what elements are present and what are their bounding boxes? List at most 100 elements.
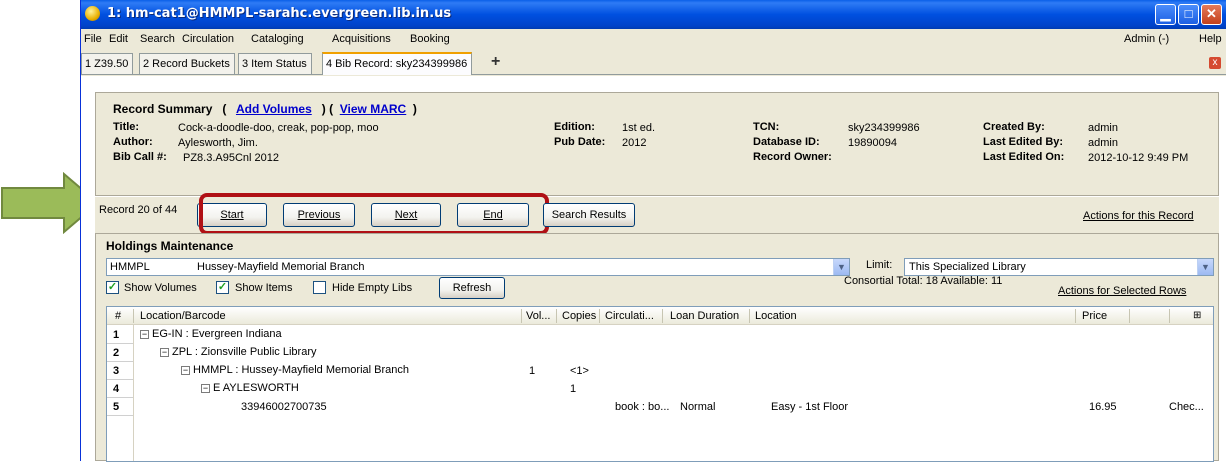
collapse-icon[interactable]: − <box>201 383 210 393</box>
grid-header: # Location/Barcode Vol... Copies Circula… <box>107 307 1213 325</box>
limit-value: This Specialized Library <box>909 261 1026 273</box>
actions-for-record-menu[interactable]: Actions for this Record <box>1083 210 1194 222</box>
row-barcode[interactable]: 33946002700735 <box>241 401 327 413</box>
minimize-button[interactable]: ▁ <box>1155 4 1176 25</box>
menu-acquisitions[interactable]: Acquisitions <box>332 33 391 45</box>
row-status: Chec... <box>1169 401 1204 413</box>
row-label: ZPL : Zionsville Public Library <box>172 346 317 358</box>
col-copies[interactable]: Copies <box>562 310 596 322</box>
author-value: Aylesworth, Jim. <box>178 137 258 149</box>
maximize-button[interactable]: □ <box>1178 4 1199 25</box>
tab-z3950[interactable]: 1 Z39.50 <box>81 53 134 74</box>
application-window: 1: hm-cat1@HMMPL-sarahc.evergreen.lib.in… <box>80 0 1226 462</box>
row-number: 1 <box>113 329 120 341</box>
menu-help[interactable]: Help <box>1199 33 1222 45</box>
tree-row-system[interactable]: − ZPL : Zionsville Public Library <box>160 346 316 358</box>
record-owner-label: Record Owner: <box>753 151 832 163</box>
created-by-label: Created By: <box>983 121 1045 133</box>
holdings-tree-grid[interactable]: # Location/Barcode Vol... Copies Circula… <box>106 306 1214 462</box>
created-by-value: admin <box>1088 122 1118 134</box>
window-title: 1: hm-cat1@HMMPL-sarahc.evergreen.lib.in… <box>107 6 452 21</box>
row-label: HMMPL : Hussey-Mayfield Memorial Branch <box>193 364 409 376</box>
title-value: Cock-a-doodle-doo, creak, pop-pop, moo <box>178 122 379 134</box>
collapse-icon[interactable]: − <box>181 365 190 375</box>
row-copies: 1 <box>570 383 577 395</box>
menu-search[interactable]: Search <box>140 33 175 45</box>
content-area: Record Summary ( Add Volumes ) ( View MA… <box>81 76 1226 462</box>
row-circulation-modifier: book : bo... <box>615 401 670 413</box>
search-results-button[interactable]: Search Results <box>543 203 635 227</box>
collapse-icon[interactable]: − <box>160 347 169 357</box>
show-items-checkbox[interactable]: ✓ <box>216 281 229 294</box>
tree-row-volume[interactable]: − E AYLESWORTH <box>201 382 299 394</box>
menu-circulation[interactable]: Circulation <box>182 33 234 45</box>
refresh-button[interactable]: Refresh <box>439 277 505 299</box>
tab-item-status[interactable]: 3 Item Status <box>238 53 312 74</box>
limit-select[interactable]: This Specialized Library ▼ <box>904 258 1214 276</box>
menu-file[interactable]: File <box>84 33 102 45</box>
row-loan-duration: Normal <box>680 401 716 413</box>
library-select[interactable]: HMMPL Hussey-Mayfield Memorial Branch ▼ <box>106 258 850 276</box>
record-summary-heading: Record Summary ( Add Volumes ) ( View MA… <box>113 102 417 116</box>
menu-edit[interactable]: Edit <box>109 33 128 45</box>
chevron-down-icon[interactable]: ▼ <box>833 259 849 275</box>
author-label: Author: <box>113 136 153 148</box>
row-number: 4 <box>113 383 120 395</box>
paren-open: ( <box>222 102 227 116</box>
library-code: HMMPL <box>110 261 150 273</box>
tree-row-consortium[interactable]: − EG-IN : Evergreen Indiana <box>140 328 282 340</box>
bib-call-label: Bib Call #: <box>113 151 167 163</box>
menu-cataloging[interactable]: Cataloging <box>251 33 304 45</box>
col-location[interactable]: Location <box>755 310 797 322</box>
menu-admin[interactable]: Admin (-) <box>1124 33 1169 45</box>
add-volumes-link[interactable]: Add Volumes <box>236 102 312 116</box>
hide-empty-libs-label: Hide Empty Libs <box>332 282 413 294</box>
show-items-label: Show Items <box>235 282 293 294</box>
limit-label: Limit: <box>866 259 893 271</box>
collapse-icon[interactable]: − <box>140 329 149 339</box>
col-circulation[interactable]: Circulati... <box>605 310 654 322</box>
view-marc-link[interactable]: View MARC <box>340 102 406 116</box>
actions-for-selected-rows-menu[interactable]: Actions for Selected Rows <box>1058 285 1186 297</box>
grid-number-column-divider <box>133 325 134 461</box>
title-bar[interactable]: 1: hm-cat1@HMMPL-sarahc.evergreen.lib.in… <box>81 0 1226 29</box>
col-number[interactable]: # <box>115 310 121 322</box>
holdings-maintenance-panel: Holdings Maintenance HMMPL Hussey-Mayfie… <box>95 233 1219 462</box>
col-loan-duration[interactable]: Loan Duration <box>670 310 739 322</box>
row-copies: <1> <box>570 365 589 377</box>
hide-empty-libs-checkbox[interactable] <box>313 281 326 294</box>
chevron-down-icon[interactable]: ▼ <box>1197 259 1213 275</box>
row-label: EG-IN : Evergreen Indiana <box>152 328 282 340</box>
row-number: 5 <box>113 401 120 413</box>
edition-value: 1st ed. <box>622 122 656 134</box>
menu-booking[interactable]: Booking <box>410 33 450 45</box>
col-volume[interactable]: Vol... <box>526 310 550 322</box>
close-tab-icon[interactable]: x <box>1209 57 1221 69</box>
paren-close: ) <box>412 102 417 116</box>
show-volumes-checkbox[interactable]: ✓ <box>106 281 119 294</box>
record-summary-title: Record Summary <box>113 102 213 116</box>
col-location-barcode[interactable]: Location/Barcode <box>140 310 226 322</box>
col-price[interactable]: Price <box>1082 310 1107 322</box>
row-label: E AYLESWORTH <box>213 382 299 394</box>
record-summary-panel: Record Summary ( Add Volumes ) ( View MA… <box>95 92 1219 196</box>
close-window-button[interactable]: ✕ <box>1201 4 1222 25</box>
tab-bib-record[interactable]: 4 Bib Record: sky234399986 <box>322 52 473 75</box>
last-edited-on-value: 2012-10-12 9:49 PM <box>1088 152 1189 164</box>
app-icon <box>85 6 100 21</box>
tab-record-buckets[interactable]: 2 Record Buckets <box>139 53 235 74</box>
column-picker-icon[interactable]: ⊞ <box>1193 310 1201 321</box>
pub-date-value: 2012 <box>622 137 647 149</box>
row-price: 16.95 <box>1089 401 1117 413</box>
tree-row-branch[interactable]: − HMMPL : Hussey-Mayfield Memorial Branch <box>181 364 409 376</box>
row-number: 2 <box>113 347 120 359</box>
add-tab-button[interactable]: + <box>491 53 500 71</box>
database-id-label: Database ID: <box>753 136 820 148</box>
consortial-total: Consortial Total: 18 Available: 11 <box>844 275 1003 287</box>
pub-date-label: Pub Date: <box>554 136 606 148</box>
record-navigation-bar: Record 20 of 44 Start Previous Next End … <box>95 193 1219 235</box>
show-volumes-label: Show Volumes <box>124 282 197 294</box>
navigation-highlight-box <box>199 193 549 235</box>
last-edited-by-label: Last Edited By: <box>983 136 1064 148</box>
library-name: Hussey-Mayfield Memorial Branch <box>197 261 365 273</box>
